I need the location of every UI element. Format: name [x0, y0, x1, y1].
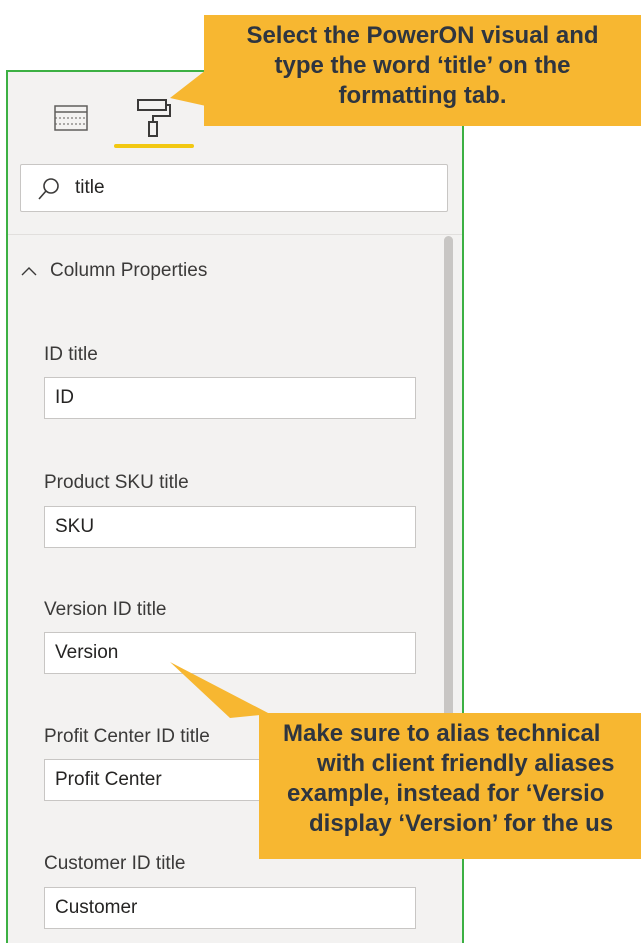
- profit-center-id-title-label: Profit Center ID title: [44, 726, 210, 747]
- instruction-callout-top: Select the PowerON visual and type the w…: [204, 15, 641, 126]
- instruction-callout-bottom: Make sure to alias technical with client…: [259, 713, 641, 859]
- chevron-up-icon: [20, 264, 38, 283]
- active-tab-indicator: [114, 144, 194, 148]
- section-label: Column Properties: [50, 260, 208, 281]
- fields-grid-icon[interactable]: [54, 105, 88, 136]
- callout-bottom-line: with client friendly aliases: [317, 750, 615, 777]
- product-sku-title-label: Product SKU title: [44, 472, 189, 493]
- search-input[interactable]: title: [20, 164, 448, 212]
- customer-id-title-label: Customer ID title: [44, 853, 186, 874]
- search-value: title: [75, 177, 105, 198]
- id-title-input[interactable]: ID: [44, 377, 416, 419]
- callout-bottom-pointer: [170, 662, 270, 718]
- callout-top-line: formatting tab.: [338, 82, 507, 109]
- product-sku-title-input[interactable]: SKU: [44, 506, 416, 548]
- search-icon: [37, 177, 61, 206]
- customer-id-title-input[interactable]: Customer: [44, 887, 416, 929]
- divider: [8, 234, 462, 235]
- scrollbar[interactable]: [444, 236, 453, 796]
- callout-bottom-line: example, instead for ‘Versio: [287, 780, 605, 807]
- callout-top-line: type the word ‘title’ on the: [274, 52, 571, 79]
- id-title-label: ID title: [44, 344, 98, 365]
- callout-bottom-line: Make sure to alias technical: [283, 720, 601, 747]
- paint-roller-icon[interactable]: [136, 98, 172, 143]
- callout-bottom-line: display ‘Version’ for the us: [309, 810, 614, 837]
- callout-top-line: Select the PowerON visual and: [246, 22, 599, 49]
- version-id-title-label: Version ID title: [44, 599, 167, 620]
